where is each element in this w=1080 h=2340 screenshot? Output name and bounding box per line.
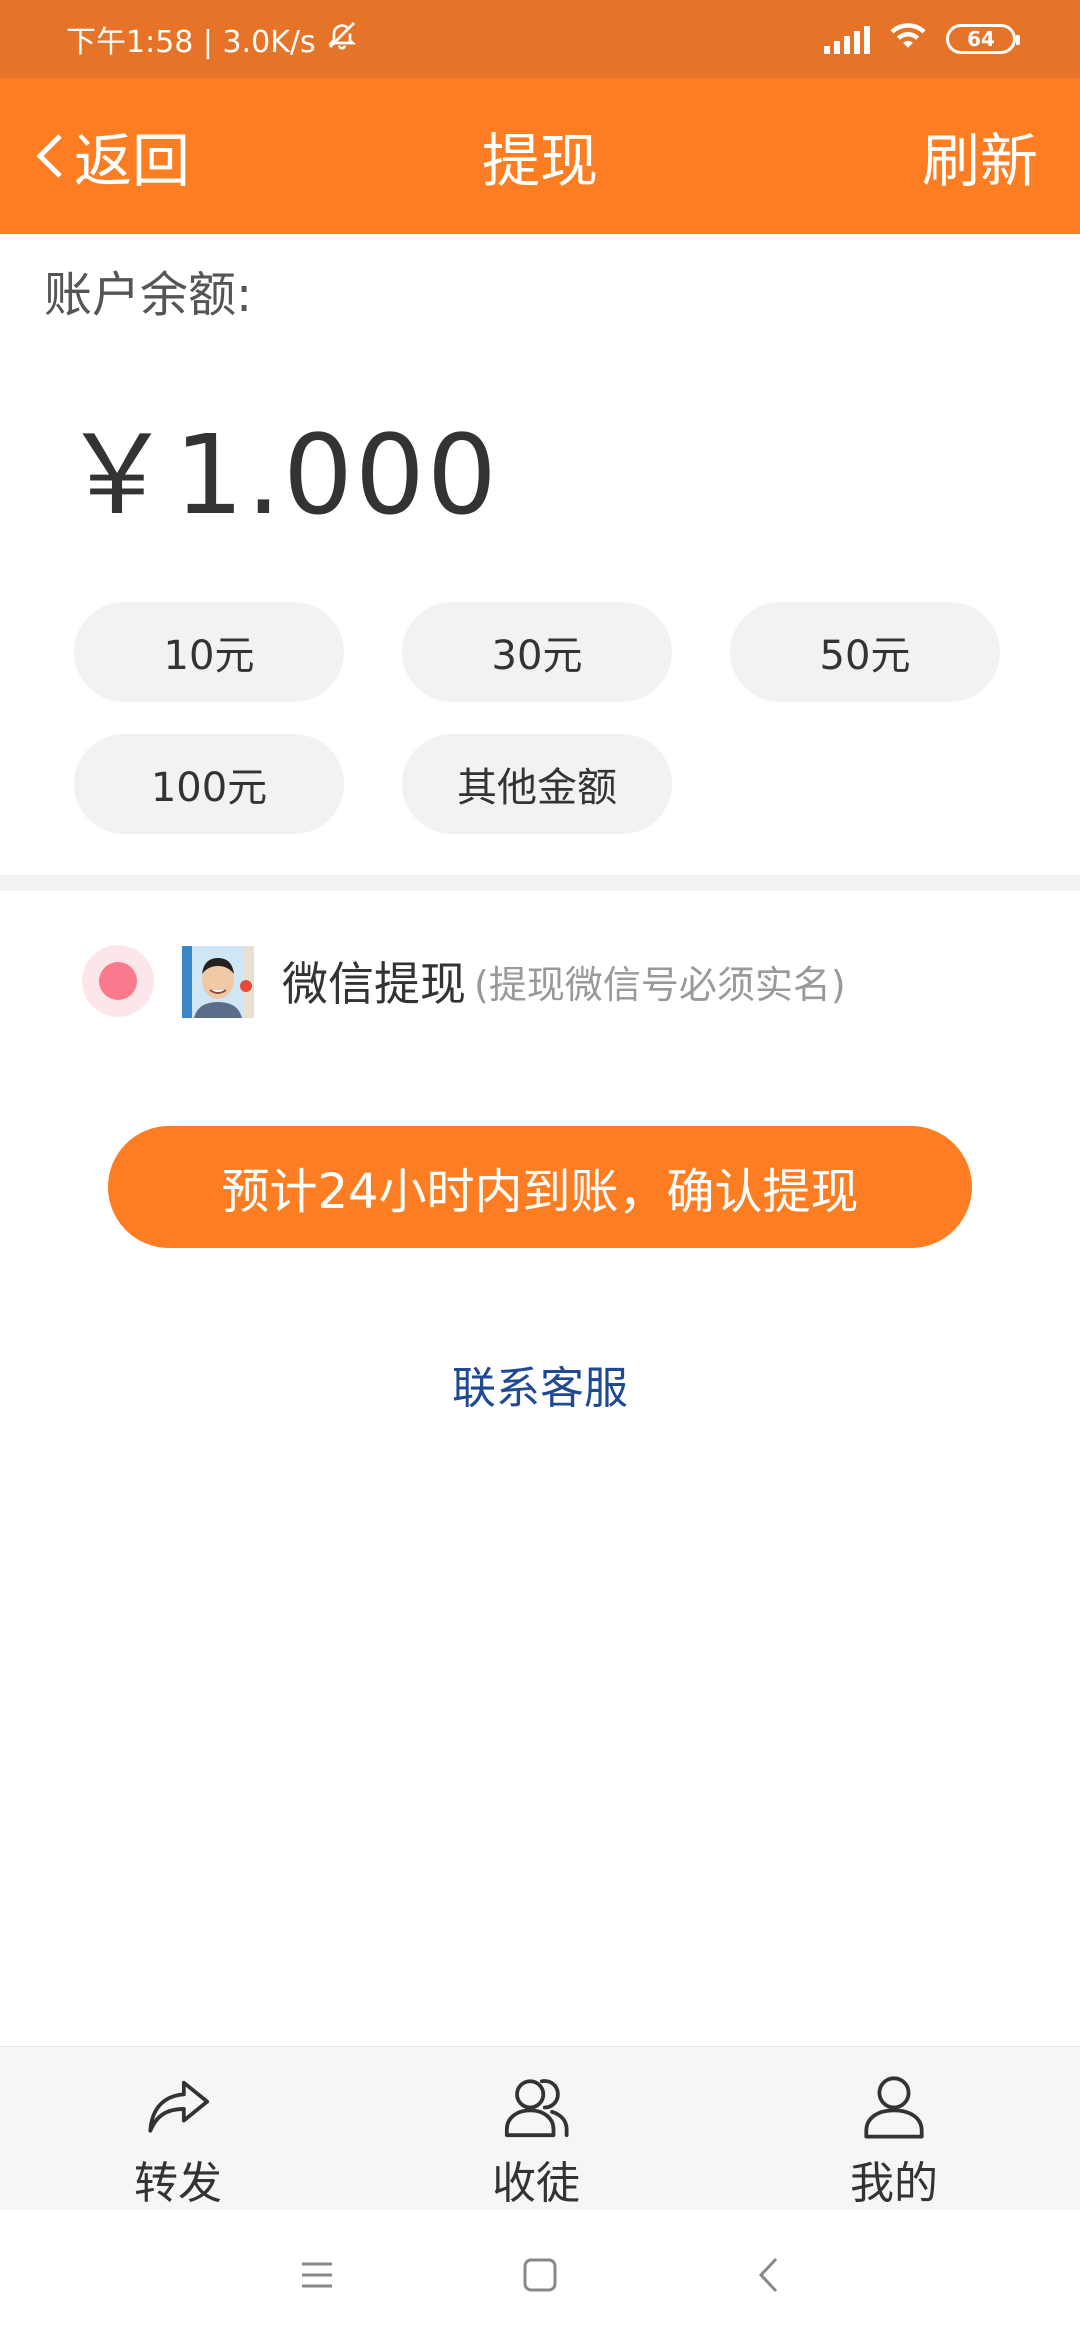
radio-selected-dot — [99, 962, 137, 1000]
wechat-withdraw-note: (提现微信号必须实名) — [474, 962, 846, 1007]
confirm-withdraw-button[interactable]: 预计24小时内到账，确认提现 — [108, 1126, 972, 1248]
nav-item-profile[interactable]: 我的 — [774, 2047, 1014, 2211]
nav-label-share: 转发 — [134, 2158, 222, 2209]
recruit-icon — [504, 2079, 569, 2138]
user-avatar — [182, 946, 254, 1018]
amount-option-30[interactable]: 30元 — [402, 602, 672, 702]
balance-value: ￥1.000 — [62, 411, 499, 539]
withdraw-method-text: 微信提现 (提现微信号必须实名) — [282, 950, 846, 1012]
title-bar: 返回 提现 刷新 — [0, 78, 1080, 234]
signal-icon — [824, 24, 870, 54]
section-divider — [0, 875, 1080, 891]
amount-option-other[interactable]: 其他金额 — [402, 734, 672, 834]
profile-icon — [864, 2076, 924, 2139]
wifi-icon — [888, 19, 928, 59]
status-bar: 下午1:58 | 3.0K/s 64 — [0, 0, 1080, 78]
bottom-nav: 转发 收徒 我的 — [0, 2046, 1080, 2210]
wechat-withdraw-label: 微信提现 — [282, 957, 466, 1011]
refresh-button[interactable]: 刷新 — [922, 78, 1038, 234]
nav-label-recruit: 收徒 — [492, 2158, 580, 2209]
battery-level: 64 — [967, 27, 995, 51]
chevron-left-icon — [36, 134, 62, 178]
status-left: 下午1:58 | 3.0K/s — [66, 17, 358, 61]
mute-bell-icon — [326, 19, 358, 59]
share-icon — [148, 2080, 210, 2133]
amount-option-50[interactable]: 50元 — [730, 602, 1000, 702]
menu-icon[interactable] — [282, 2240, 352, 2310]
amount-option-100[interactable]: 100元 — [74, 734, 344, 834]
balance-label: 账户余额: — [44, 267, 253, 323]
back-nav-icon[interactable] — [733, 2240, 803, 2310]
contact-service-link[interactable]: 联系客服 — [0, 1352, 1080, 1416]
back-button[interactable]: 返回 — [36, 78, 190, 234]
wechat-radio[interactable] — [82, 945, 154, 1017]
status-time-speed: 下午1:58 | 3.0K/s — [66, 25, 316, 60]
nav-item-share[interactable]: 转发 — [58, 2047, 298, 2211]
nav-item-recruit[interactable]: 收徒 — [416, 2047, 656, 2211]
back-label: 返回 — [74, 127, 191, 195]
system-nav-bar — [0, 2210, 1080, 2340]
amount-option-10[interactable]: 10元 — [74, 602, 344, 702]
home-icon[interactable] — [505, 2240, 575, 2310]
battery-icon: 64 — [946, 24, 1020, 54]
nav-label-profile: 我的 — [850, 2158, 938, 2209]
status-right: 64 — [824, 19, 1020, 59]
withdraw-page: 下午1:58 | 3.0K/s 64 返回 提现 刷新 账户余额: ￥1.000… — [0, 0, 1080, 2340]
